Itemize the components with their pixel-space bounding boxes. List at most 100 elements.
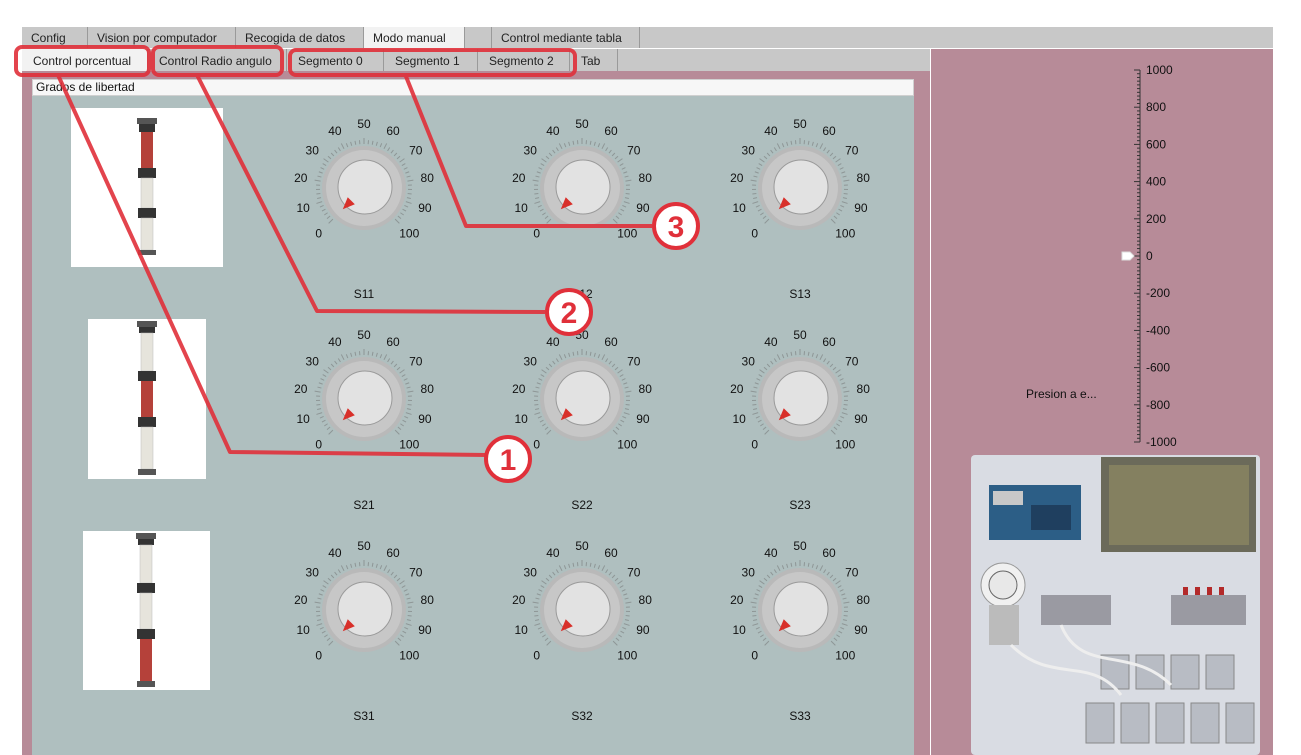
knob-dial[interactable]: 0 10 20 30 40 50 60 70 80 90 100 [502,108,662,268]
knob-scale-label: 20 [512,171,526,185]
tab-segmento-0[interactable]: Segmento 0 [287,49,384,71]
knob-scale-label: 80 [857,382,871,396]
knob-scale-label: 70 [409,565,423,579]
slider-tick-label: 400 [1146,175,1166,189]
knob-s22[interactable]: 0 10 20 30 40 50 60 70 80 90 100 [502,319,662,479]
knob-scale-label: 70 [627,354,641,368]
knob-scale-label: 100 [835,648,855,662]
tab-modo-manual[interactable]: Modo manual [364,27,465,48]
tab-control-porcentual[interactable]: Control porcentual [22,49,148,71]
knob-scale-label: 100 [399,648,419,662]
knob-scale-label: 0 [533,648,540,662]
tab-segmento-1[interactable]: Segmento 1 [384,49,478,71]
knob-scale-label: 20 [730,382,744,396]
knob-s21[interactable]: 0 10 20 30 40 50 60 70 80 90 100 [284,319,444,479]
tab-tab[interactable]: Tab [570,49,618,71]
knob-dial[interactable]: 0 10 20 30 40 50 60 70 80 90 100 [720,530,880,690]
knob-scale-label: 40 [764,335,778,349]
slider-tick-label: 0 [1146,249,1153,263]
knob-s23[interactable]: 0 10 20 30 40 50 60 70 80 90 100 [720,319,880,479]
knob-scale-label: 20 [294,593,308,607]
knob-scale-label: 50 [793,539,807,553]
knob-scale-label: 10 [514,412,528,426]
knob-scale-label: 80 [639,382,653,396]
knob-dial[interactable]: 0 10 20 30 40 50 60 70 80 90 100 [502,319,662,479]
knob-scale-label: 70 [409,354,423,368]
tab-recogida-de-datos[interactable]: Recogida de datos [236,27,364,48]
knob-label-s23: S23 [789,498,811,512]
tab-segmento-2[interactable]: Segmento 2 [478,49,570,71]
knob-s13[interactable]: 0 10 20 30 40 50 60 70 80 90 100 [720,108,880,268]
tab-control-mediante-tabla[interactable]: Control mediante tabla [492,27,640,48]
knob-s31[interactable]: 0 10 20 30 40 50 60 70 80 90 100 [284,530,444,690]
tab-vision-por-computador[interactable]: Vision por computador [88,27,236,48]
slider-tick-label: -1000 [1146,435,1177,449]
slider-tick-label: 800 [1146,100,1166,114]
knob-scale-label: 10 [296,412,310,426]
knob-scale-label: 50 [575,328,589,342]
knob-scale-label: 80 [857,171,871,185]
knob-scale-label: 30 [306,565,320,579]
knob-scale-label: 90 [418,623,432,637]
knob-scale-label: 100 [617,648,637,662]
knob-dial[interactable]: 0 10 20 30 40 50 60 70 80 90 100 [720,108,880,268]
knob-scale-label: 10 [514,201,528,215]
knob-scale-label: 100 [835,437,855,451]
knob-scale-label: 40 [764,546,778,560]
knob-scale-label: 80 [421,593,435,607]
knob-scale-label: 40 [546,335,560,349]
knob-scale-label: 50 [793,117,807,131]
knob-scale-label: 60 [386,124,400,138]
knob-scale-label: 10 [732,201,746,215]
slider-tick-label: 200 [1146,212,1166,226]
pressure-slider[interactable]: 1000 800 600 400 200 0 -200 -400 -600 -800 -1000 [1110,60,1220,452]
knob-dial[interactable]: 0 10 20 30 40 50 60 70 80 90 100 [284,319,444,479]
knob-scale-label: 100 [617,226,637,240]
knob-label-s33: S33 [789,709,811,723]
knob-scale-label: 20 [294,382,308,396]
knob-scale-label: 100 [399,226,419,240]
slider-tick-label: 600 [1146,137,1166,151]
knob-scale-label: 30 [524,565,538,579]
knob-scale-label: 70 [409,143,423,157]
knob-s12[interactable]: 0 10 20 30 40 50 60 70 80 90 100 [502,108,662,268]
slider-tick-label: 1000 [1146,63,1173,77]
tab-config[interactable]: Config [22,27,88,48]
knob-scale-label: 40 [328,546,342,560]
knob-scale-label: 90 [418,201,432,215]
knob-scale-label: 100 [617,437,637,451]
knob-dial[interactable]: 0 10 20 30 40 50 60 70 80 90 100 [284,530,444,690]
slider-handle[interactable] [1121,251,1135,261]
knob-dial[interactable]: 0 10 20 30 40 50 60 70 80 90 100 [502,530,662,690]
knob-scale-label: 70 [627,565,641,579]
knob-scale-label: 10 [732,623,746,637]
knob-dial[interactable]: 0 10 20 30 40 50 60 70 80 90 100 [284,108,444,268]
knob-label-s13: S13 [789,287,811,301]
knob-scale-label: 50 [575,117,589,131]
knob-scale-label: 0 [533,437,540,451]
knob-label-s12: S12 [571,287,593,301]
knob-dial[interactable]: 0 10 20 30 40 50 60 70 80 90 100 [720,319,880,479]
knob-scale-label: 60 [386,335,400,349]
knob-scale-label: 30 [524,354,538,368]
knob-s32[interactable]: 0 10 20 30 40 50 60 70 80 90 100 [502,530,662,690]
knob-s11[interactable]: 0 10 20 30 40 50 60 70 80 90 100 [284,108,444,268]
knob-label-s11: S11 [353,287,375,301]
knob-scale-label: 40 [328,335,342,349]
knob-label-s21: S21 [353,498,375,512]
tab-empty[interactable] [465,27,492,48]
knob-scale-label: 10 [732,412,746,426]
knob-scale-label: 70 [845,565,859,579]
knob-scale-label: 20 [730,171,744,185]
knob-scale-label: 40 [546,546,560,560]
tab-control-radio-angulo[interactable]: Control Radio angulo [148,49,287,71]
knob-scale-label: 60 [822,546,836,560]
knob-scale-label: 30 [742,143,756,157]
knob-scale-label: 40 [764,124,778,138]
knob-s33[interactable]: 0 10 20 30 40 50 60 70 80 90 100 [720,530,880,690]
slider-tick-label: -800 [1146,398,1170,412]
knob-scale-label: 40 [328,124,342,138]
knob-scale-label: 10 [296,623,310,637]
robot-segment-illustration [136,533,156,687]
knob-scale-label: 0 [315,437,322,451]
